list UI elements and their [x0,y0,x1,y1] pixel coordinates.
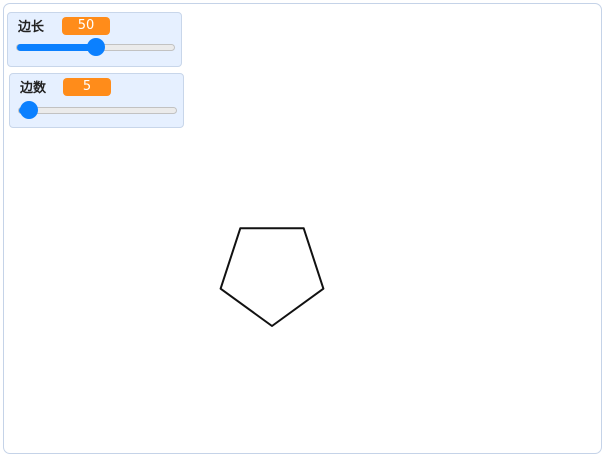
stage: 边长 50 边数 5 [3,3,602,454]
pen-drawing-canvas [219,227,325,327]
pentagon-outline [219,227,325,327]
